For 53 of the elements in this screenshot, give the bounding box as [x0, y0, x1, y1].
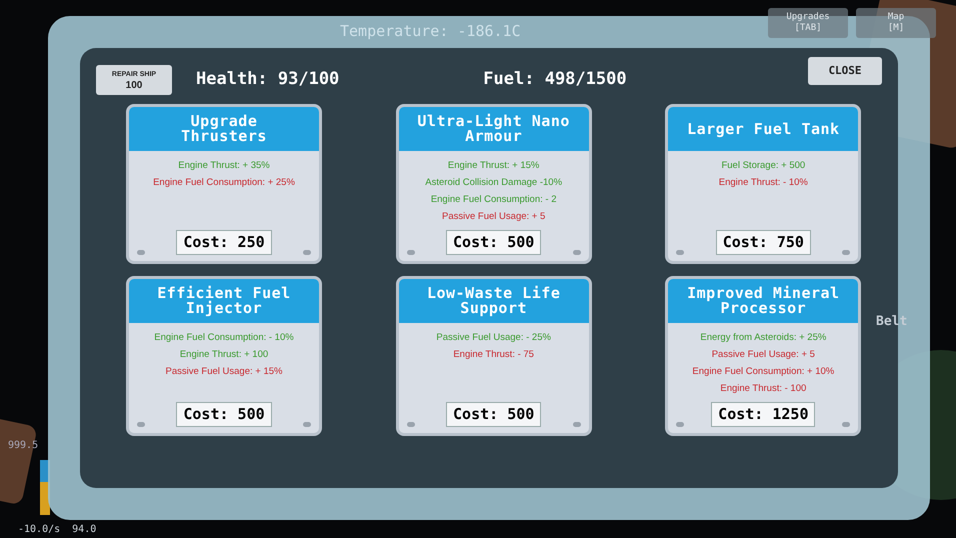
cost-label: Cost: 500	[446, 230, 542, 255]
effect-text: Engine Thrust: - 100	[720, 382, 806, 396]
effect-text: Passive Fuel Usage: - 25%	[436, 331, 551, 345]
upgrade-card[interactable]: Upgrade Thrusters Engine Thrust: + 35% Engine Fuel Consumption: + 25% Cost: 250	[126, 104, 322, 264]
effect-text: Engine Thrust: + 15%	[448, 159, 540, 173]
rivet-icon	[303, 250, 311, 255]
upgrade-card[interactable]: Efficient Fuel Injector Engine Fuel Consumption: - 10% Engine Thrust: + 100 Passive Fuel Usage: + 15% Cost: 500	[126, 276, 322, 436]
fuel-stat: Fuel: 498/1500	[483, 68, 627, 92]
effect-text: Energy from Asteroids: + 25%	[700, 331, 826, 345]
effect-text: Engine Thrust: + 100	[180, 348, 268, 362]
effect-text: Passive Fuel Usage: + 5	[712, 348, 815, 362]
card-title: Improved Mineral Processor	[668, 279, 858, 323]
rivet-icon	[572, 250, 581, 255]
effect-text: Engine Thrust: - 75	[453, 348, 534, 362]
rivet-icon	[842, 422, 850, 427]
cost-label: Cost: 750	[716, 230, 811, 255]
card-title: Efficient Fuel Injector	[129, 279, 319, 323]
effect-text: Passive Fuel Usage: + 15%	[166, 365, 282, 379]
rivet-icon	[842, 250, 850, 255]
effect-text: Engine Fuel Consumption: - 10%	[154, 331, 294, 345]
rivet-icon	[406, 250, 415, 255]
cost-label: Cost: 500	[176, 402, 272, 427]
upgrade-card[interactable]: Improved Mineral Processor Energy from Asteroids: + 25% Passive Fuel Usage: + 5 Engine Fuel Consumption: + 10% Engine Thrust: - 100 Cost: 1250	[665, 276, 862, 436]
cost-label: Cost: 250	[176, 230, 272, 255]
speed-readout: 94.0	[72, 523, 96, 537]
effect-text: Engine Fuel Consumption: + 25%	[153, 176, 295, 190]
card-title: Upgrade Thrusters	[129, 107, 319, 151]
close-button[interactable]: CLOSE	[808, 57, 882, 85]
rivet-icon	[137, 250, 145, 255]
rivet-icon	[676, 250, 684, 255]
effect-text: Engine Fuel Consumption: + 10%	[692, 365, 834, 379]
card-title: Ultra-Light Nano Armour	[398, 107, 589, 151]
card-title: Low-Waste Life Support	[398, 279, 589, 323]
upgrade-card[interactable]: Low-Waste Life Support Passive Fuel Usage: - 25% Engine Thrust: - 75 Cost: 500	[396, 276, 592, 436]
health-stat: Health: 93/100	[196, 68, 340, 92]
cost-label: Cost: 1250	[711, 402, 816, 427]
upgrade-card[interactable]: Ultra-Light Nano Armour Engine Thrust: + 15% Asteroid Collision Damage -10% Engine Fuel Consumption: - 2 Passive Fuel Usage: + 5 Cost: 500	[396, 104, 592, 264]
effect-text: Fuel Storage: + 500	[721, 159, 806, 173]
rivet-icon	[303, 422, 311, 427]
effect-text: Asteroid Collision Damage -10%	[425, 176, 562, 190]
effect-text: Passive Fuel Usage: + 5	[442, 210, 546, 224]
effect-text: Engine Thrust: - 10%	[718, 176, 808, 190]
upgrade-card[interactable]: Larger Fuel Tank Fuel Storage: + 500 Engine Thrust: - 10% Cost: 750	[665, 104, 862, 264]
effect-text: Engine Thrust: + 35%	[178, 159, 270, 173]
rivet-icon	[572, 422, 581, 427]
cost-label: Cost: 500	[446, 402, 542, 427]
card-title: Larger Fuel Tank	[668, 107, 858, 151]
rivet-icon	[676, 422, 684, 427]
temperature-readout: Temperature: -186.1C	[340, 21, 521, 42]
rivet-icon	[137, 422, 145, 427]
effect-text: Engine Fuel Consumption: - 2	[430, 193, 556, 207]
rivet-icon	[406, 422, 415, 427]
rate-readout: -10.0/s	[18, 523, 60, 537]
